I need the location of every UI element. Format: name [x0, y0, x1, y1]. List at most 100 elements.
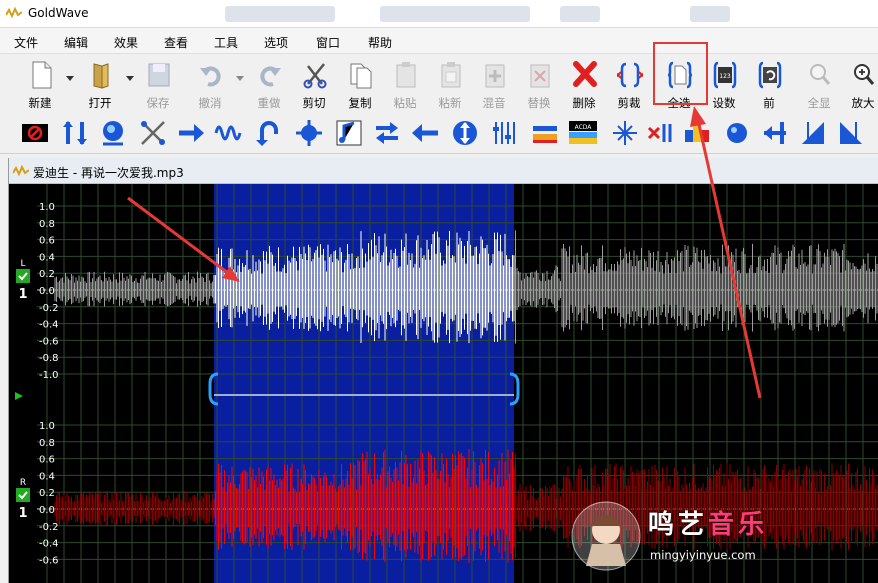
doppler-icon[interactable] [60, 118, 90, 148]
previous-button[interactable]: 前 [749, 58, 789, 112]
volume-shape-icon[interactable] [836, 118, 866, 148]
zoom-in-button[interactable]: 放大 [843, 58, 878, 112]
delete-x-icon [573, 61, 597, 87]
amplitude-tick-label: 0.6 [39, 236, 55, 247]
menu-tools[interactable]: 工具 [214, 34, 238, 51]
noise-icon[interactable] [646, 118, 676, 148]
menu-window[interactable]: 窗口 [316, 34, 340, 51]
paste-new-button[interactable]: 粘新 [430, 58, 470, 112]
mascot-logo [571, 501, 641, 571]
equalizer-icon[interactable] [530, 118, 560, 148]
fade-in-icon[interactable] [176, 118, 206, 148]
invert-icon[interactable] [410, 118, 440, 148]
mix-icon [485, 64, 505, 88]
title-bar: GoldWave [0, 0, 878, 28]
undo-button[interactable]: 撤消 [190, 58, 230, 112]
undo-dropdown-icon[interactable] [236, 74, 244, 82]
flanger-icon[interactable] [214, 118, 244, 148]
document-title-bar: 爱迪生 - 再说一次爱我.mp3 [9, 158, 878, 184]
amplitude-tick-label: -0.2 [39, 522, 59, 533]
filter-icon[interactable] [138, 118, 168, 148]
zoom-all-button[interactable]: 全显 [799, 58, 839, 112]
save-button[interactable]: 保存 [138, 58, 178, 112]
pan-icon[interactable] [798, 118, 828, 148]
menu-help[interactable]: 帮助 [368, 34, 392, 51]
new-label: 新建 [28, 96, 52, 110]
trim-button[interactable]: 剪裁 [609, 58, 649, 112]
mechanize-icon[interactable] [372, 118, 402, 148]
silence-remove-icon[interactable] [682, 118, 712, 148]
compressor-icon[interactable] [294, 118, 324, 148]
menu-bar: 文件 编辑 效果 查看 工具 选项 窗口 帮助 [0, 28, 878, 54]
replace-button[interactable]: 替换 [519, 58, 559, 112]
previous-label: 前 [763, 96, 775, 110]
set-marker-button[interactable]: 123 设数 [704, 58, 744, 112]
menu-effects[interactable]: 效果 [114, 34, 138, 51]
reverse-icon[interactable] [450, 118, 480, 148]
menu-file[interactable]: 文件 [14, 34, 38, 51]
paste-new-label: 粘新 [438, 96, 462, 110]
amplitude-tick-label: 1.0 [39, 421, 55, 432]
menu-edit[interactable]: 编辑 [64, 34, 88, 51]
stop-icon[interactable] [20, 118, 50, 148]
amplitude-tick-label: -0.6 [39, 336, 59, 347]
zoom-all-label: 全显 [807, 96, 831, 110]
offset-icon[interactable] [490, 118, 520, 148]
amplitude-tick-label: 0.4 [39, 252, 55, 263]
redo-button[interactable]: 重做 [249, 58, 289, 112]
blurred-region [690, 6, 730, 22]
right-channel-checkbox[interactable] [16, 488, 30, 502]
amplitude-tick-label: -0.4 [39, 539, 59, 550]
volume-match-icon[interactable] [610, 118, 640, 148]
app-title: GoldWave [28, 6, 89, 20]
channel-mix-icon[interactable] [760, 118, 790, 148]
spectrum-icon[interactable] [722, 118, 752, 148]
left-channel-tag: L [20, 259, 25, 269]
new-dropdown-icon[interactable] [66, 74, 74, 82]
document-title: 爱迪生 - 再说一次爱我.mp3 [33, 166, 184, 180]
right-channel-tag: R [20, 478, 26, 488]
copy-icon [350, 63, 372, 89]
amplitude-tick-label: 0.2 [39, 488, 55, 499]
amplitude-tick-label: -1.0 [39, 370, 59, 381]
delete-button[interactable]: 删除 [564, 58, 604, 112]
svg-text:ACDA: ACDA [575, 124, 593, 131]
left-channel-checkbox[interactable] [16, 269, 30, 283]
watermark-brand-b: 音乐 [708, 510, 769, 540]
cut-button[interactable]: 剪切 [294, 58, 334, 112]
echo-icon[interactable] [98, 118, 128, 148]
copy-button[interactable]: 复制 [340, 58, 380, 112]
mix-button[interactable]: 混音 [474, 58, 514, 112]
amplitude-tick-label: 0.4 [39, 471, 55, 482]
playback-rate-icon[interactable]: ACDA [568, 118, 598, 148]
blurred-region [225, 6, 335, 22]
amplitude-tick-label: -0.8 [39, 353, 59, 364]
pitch-icon[interactable] [334, 118, 364, 148]
paste-icon [396, 62, 416, 88]
amplitude-tick-label: 0.0 [39, 505, 55, 516]
undo-icon [200, 66, 221, 87]
playhead-marker-icon [15, 392, 23, 400]
new-button[interactable]: 新建 [20, 58, 60, 112]
menu-options[interactable]: 选项 [264, 34, 288, 51]
save-disk-icon [148, 63, 170, 87]
effects-toolbar: ACDA [0, 114, 878, 154]
amplitude-tick-label: 0.6 [39, 455, 55, 466]
undo-effect-icon[interactable] [254, 118, 284, 148]
menu-view[interactable]: 查看 [164, 34, 188, 51]
main-toolbar: 新建 打开 保存 撤消 重做 剪切 复制 粘贴 粘新 混音 替换 删除 剪裁 全… [0, 54, 878, 114]
amplitude-tick-label: 0.8 [39, 438, 55, 449]
open-dropdown-icon[interactable] [126, 74, 134, 82]
channel-strip: L 1 R 1 [9, 184, 37, 583]
open-label: 打开 [88, 96, 112, 110]
redo-label: 重做 [257, 96, 281, 110]
watermark-brand-a: 鸣艺 [648, 510, 709, 540]
zoom-in-label: 放大 [851, 96, 875, 110]
previous-icon [758, 61, 782, 89]
delete-label: 删除 [572, 96, 596, 110]
watermark-url: mingyiyinyue.com [650, 548, 756, 562]
paste-button[interactable]: 粘贴 [385, 58, 425, 112]
open-button[interactable]: 打开 [80, 58, 120, 112]
zoom-in-icon [854, 64, 875, 85]
new-file-icon [32, 61, 52, 89]
